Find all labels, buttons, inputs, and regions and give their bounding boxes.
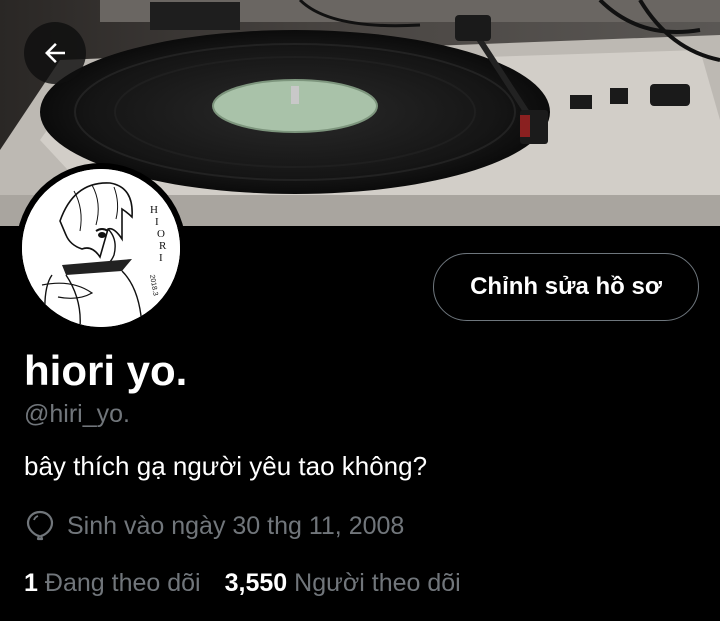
svg-text:R: R: [159, 240, 167, 252]
birthday-info: Sinh vào ngày 30 thg 11, 2008: [26, 509, 404, 543]
following-count: 1: [24, 569, 38, 597]
followers-link[interactable]: 3,550 Người theo dõi: [225, 566, 461, 600]
balloon-icon: [26, 510, 56, 542]
birthday-text: Sinh vào ngày 30 thg 11, 2008: [67, 512, 405, 540]
edit-profile-button[interactable]: Chỉnh sửa hồ sơ: [433, 253, 699, 321]
arrow-left-icon: [45, 43, 65, 63]
svg-text:I: I: [155, 216, 159, 228]
followers-label: Người theo dõi: [294, 569, 461, 597]
svg-text:I: I: [159, 252, 163, 264]
svg-text:H: H: [150, 204, 158, 216]
followers-count: 3,550: [224, 569, 288, 597]
anime-sketch-avatar: H I O R I 2018.3: [22, 169, 180, 327]
follow-stats: 1 Đang theo dõi 3,550 Người theo dõi: [24, 566, 461, 600]
back-button[interactable]: [24, 22, 86, 84]
svg-text:O: O: [157, 228, 165, 240]
avatar[interactable]: H I O R I 2018.3: [16, 163, 186, 333]
profile-bio: bây thích gạ người yêu tao không?: [24, 451, 428, 481]
display-name: hiori yo.: [24, 347, 188, 394]
user-handle: @hiri_yo.: [24, 400, 130, 428]
following-link[interactable]: 1 Đang theo dõi: [24, 566, 201, 600]
following-label: Đang theo dõi: [44, 569, 201, 597]
